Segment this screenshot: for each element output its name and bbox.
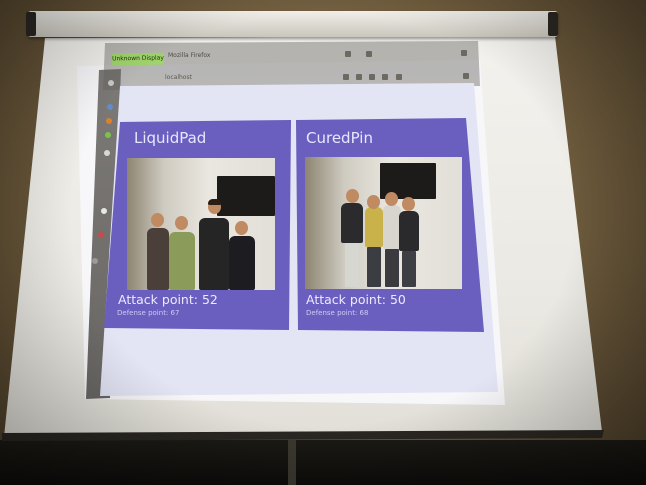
- screen-housing-cap-right: [548, 12, 558, 36]
- launcher-settings-icon[interactable]: [101, 208, 107, 214]
- display-badge: Unknown Display: [111, 52, 165, 66]
- launcher-files-icon[interactable]: [107, 104, 113, 110]
- window-close-icon[interactable]: [461, 50, 467, 56]
- card-title: LiquidPad: [134, 129, 207, 147]
- launcher-app-icon[interactable]: [104, 150, 110, 156]
- top-panel-sound-icon[interactable]: [366, 51, 372, 57]
- launcher-chrome-icon[interactable]: [105, 132, 111, 138]
- toolbar-menu-icon[interactable]: [463, 73, 469, 79]
- url-bar[interactable]: localhost: [165, 74, 192, 81]
- screen-top-housing: [28, 11, 558, 37]
- launcher-browser-icon[interactable]: [106, 118, 112, 124]
- toolbar-extension-icon[interactable]: [396, 74, 402, 80]
- floor-seam: [288, 440, 296, 485]
- attack-point: Attack point: 50: [306, 292, 406, 307]
- top-panel-settings-icon[interactable]: [345, 51, 351, 57]
- card-title: CuredPin: [306, 129, 373, 147]
- toolbar-pocket-icon[interactable]: [382, 74, 388, 80]
- team-photo: [127, 158, 275, 290]
- launcher-search-icon[interactable]: [108, 80, 114, 86]
- toolbar-home-icon[interactable]: [369, 74, 375, 80]
- toolbar-bookmark-icon[interactable]: [343, 74, 349, 80]
- screen-housing-cap-left: [26, 12, 36, 36]
- defense-point: Defense point: 67: [117, 309, 180, 317]
- toolbar-download-icon[interactable]: [356, 74, 362, 80]
- room-floor: [0, 440, 646, 485]
- launcher-terminal-icon[interactable]: [98, 232, 104, 238]
- launcher-trash-icon[interactable]: [92, 258, 98, 264]
- attack-point: Attack point: 52: [118, 292, 218, 307]
- wall-tv: [217, 176, 275, 216]
- window-title: Mozilla Firefox: [168, 52, 211, 59]
- defense-point: Defense point: 68: [306, 309, 369, 317]
- team-photo: [305, 157, 462, 289]
